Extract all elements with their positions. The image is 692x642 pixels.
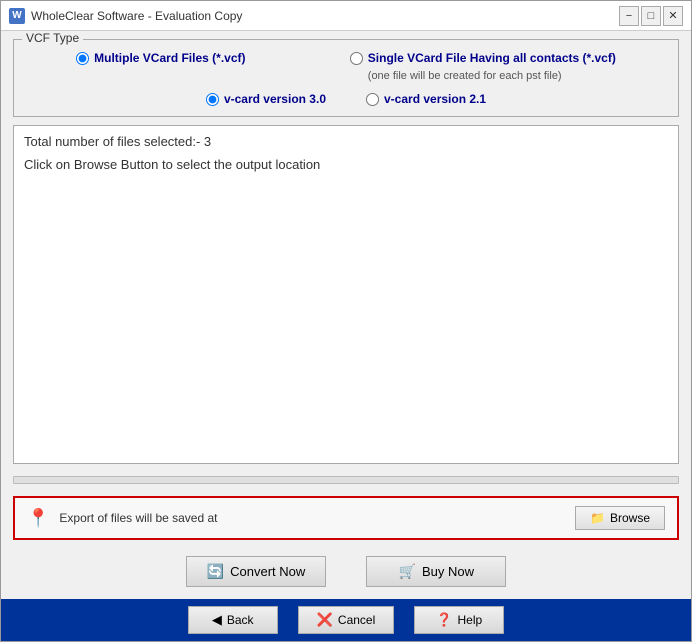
option-multiple-vcf-label: Multiple VCard Files (*.vcf) bbox=[94, 50, 245, 67]
convert-button-label: Convert Now bbox=[230, 564, 305, 579]
cancel-label: Cancel bbox=[338, 613, 375, 627]
version-row: v-card version 3.0 v-card version 2.1 bbox=[24, 92, 668, 106]
main-window: W WholeClear Software - Evaluation Copy … bbox=[0, 0, 692, 642]
option-single-vcf[interactable]: Single VCard File Having all contacts (*… bbox=[350, 50, 616, 84]
option-multiple-vcf[interactable]: Multiple VCard Files (*.vcf) bbox=[76, 50, 245, 67]
cart-icon: 🛒 bbox=[399, 563, 416, 580]
back-button[interactable]: ◀ Back bbox=[188, 606, 278, 634]
minimize-button[interactable]: − bbox=[619, 6, 639, 26]
browse-label: Export of files will be saved at bbox=[59, 511, 565, 525]
maximize-button[interactable]: □ bbox=[641, 6, 661, 26]
help-label: Help bbox=[458, 613, 483, 627]
vcf-type-section: VCF Type Multiple VCard Files (*.vcf) Si… bbox=[13, 39, 679, 117]
pin-icon: 📍 bbox=[27, 508, 49, 529]
info-line-2: Click on Browse Button to select the out… bbox=[24, 157, 668, 172]
title-bar: W WholeClear Software - Evaluation Copy … bbox=[1, 1, 691, 31]
convert-now-button[interactable]: 🔄 Convert Now bbox=[186, 556, 327, 587]
action-row: 🔄 Convert Now 🛒 Buy Now bbox=[13, 556, 679, 587]
window-title: WholeClear Software - Evaluation Copy bbox=[31, 9, 242, 23]
cancel-icon: ❌ bbox=[317, 612, 333, 628]
close-button[interactable]: ✕ bbox=[663, 6, 683, 26]
buy-button-label: Buy Now bbox=[422, 564, 474, 579]
app-icon: W bbox=[9, 8, 25, 24]
single-vcf-line1: Single VCard File Having all contacts (*… bbox=[368, 51, 616, 65]
cancel-button[interactable]: ❌ Cancel bbox=[298, 606, 395, 634]
info-line-1: Total number of files selected:- 3 bbox=[24, 134, 668, 149]
bottom-nav-bar: ◀ Back ❌ Cancel ❓ Help bbox=[1, 599, 691, 641]
vcf-type-label: VCF Type bbox=[22, 31, 83, 45]
option-vcard30[interactable]: v-card version 3.0 bbox=[206, 92, 326, 106]
radio-single-vcf[interactable] bbox=[350, 52, 363, 65]
option-vcard21[interactable]: v-card version 2.1 bbox=[366, 92, 486, 106]
help-button[interactable]: ❓ Help bbox=[414, 606, 504, 634]
main-content: VCF Type Multiple VCard Files (*.vcf) Si… bbox=[1, 31, 691, 599]
progress-bar-bg bbox=[13, 476, 679, 484]
info-box: Total number of files selected:- 3 Click… bbox=[13, 125, 679, 464]
window-controls: − □ ✕ bbox=[619, 6, 683, 26]
browse-section: 📍 Export of files will be saved at 📁 Bro… bbox=[13, 496, 679, 540]
vcf-options-row: Multiple VCard Files (*.vcf) Single VCar… bbox=[24, 50, 668, 84]
radio-vcard21[interactable] bbox=[366, 93, 379, 106]
back-label: Back bbox=[227, 613, 254, 627]
browse-button[interactable]: 📁 Browse bbox=[575, 506, 665, 530]
help-icon: ❓ bbox=[436, 612, 452, 628]
buy-now-button[interactable]: 🛒 Buy Now bbox=[366, 556, 506, 587]
back-icon: ◀ bbox=[212, 612, 222, 628]
folder-icon: 📁 bbox=[590, 511, 605, 525]
convert-icon: 🔄 bbox=[207, 563, 224, 580]
single-vcf-line2: (one file will be created for each pst f… bbox=[368, 70, 562, 82]
progress-area bbox=[13, 476, 679, 484]
option-single-vcf-label: Single VCard File Having all contacts (*… bbox=[368, 50, 616, 84]
radio-vcard30[interactable] bbox=[206, 93, 219, 106]
radio-multiple-vcf[interactable] bbox=[76, 52, 89, 65]
vcard21-label: v-card version 2.1 bbox=[384, 92, 486, 106]
browse-button-label: Browse bbox=[610, 511, 650, 525]
vcard30-label: v-card version 3.0 bbox=[224, 92, 326, 106]
